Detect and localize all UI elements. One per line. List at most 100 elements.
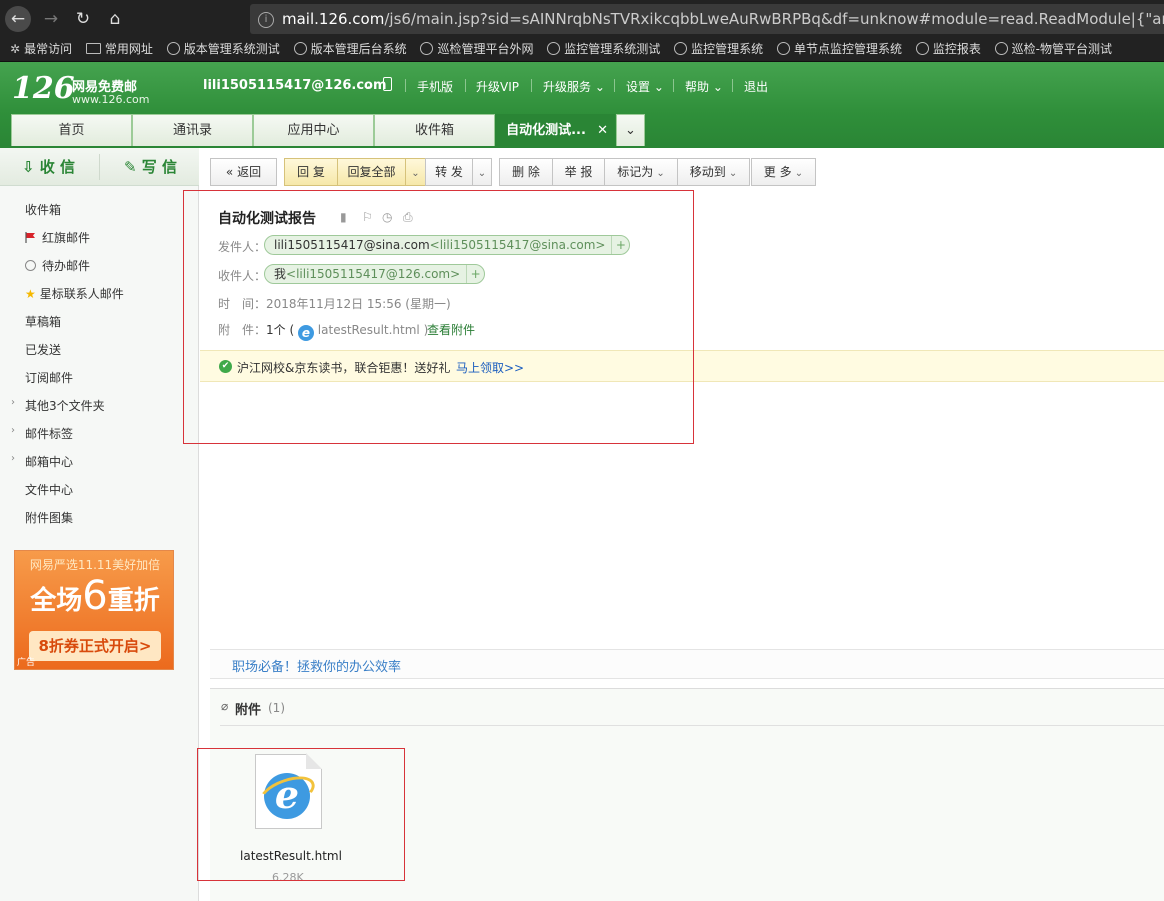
folder-icon — [85, 43, 101, 54]
sidebar-item-mail-center[interactable]: › 邮箱中心 — [11, 453, 73, 470]
promo-button[interactable]: 8折券正式开启> — [29, 631, 161, 661]
bookmark-link[interactable]: 巡检管理平台外网 — [420, 38, 533, 61]
star-icon: ★ — [25, 287, 36, 301]
nav-mobile[interactable]: 手机版 — [417, 78, 453, 95]
bookmark-link[interactable]: 单节点监控管理系统 — [776, 38, 902, 61]
mark-as-button[interactable]: 标记为 ⌄ — [604, 158, 678, 186]
clock-icon — [25, 260, 36, 271]
globe-icon — [420, 42, 434, 55]
info-icon[interactable]: i — [258, 11, 274, 28]
chevron-down-icon: ⌄ — [625, 123, 636, 138]
logo-site: www.126.com — [72, 93, 150, 106]
logo[interactable]: 126 — [12, 72, 75, 106]
tab-apps[interactable]: 应用中心 — [253, 114, 374, 146]
attachment-count: (1) — [268, 701, 285, 715]
paperclip-icon: ⌀ — [221, 699, 229, 713]
sidebar-item-attachment-gallery[interactable]: 附件图集 — [25, 509, 73, 526]
nav-upgrade-service[interactable]: 升级服务 ⌄ — [543, 78, 605, 95]
close-icon[interactable]: ✕ — [597, 115, 608, 147]
globe-icon — [994, 42, 1008, 55]
delete-button[interactable]: 删 除 — [499, 158, 553, 186]
nav-help[interactable]: 帮助 ⌄ — [685, 78, 723, 95]
sidebar-item-file-center[interactable]: 文件中心 — [25, 481, 73, 498]
divider — [614, 79, 615, 92]
sidebar-item-tags[interactable]: › 邮件标签 — [11, 425, 73, 442]
divider — [99, 154, 100, 180]
chevron-right-icon: › — [11, 453, 15, 464]
divider — [531, 79, 532, 92]
move-to-button[interactable]: 移动到 ⌄ — [677, 158, 750, 186]
reply-more-dropdown[interactable]: ⌄ — [405, 158, 426, 186]
tab-inbox[interactable]: 收件箱 — [374, 114, 495, 146]
user-account[interactable]: lili1505115417@126.com — [203, 78, 387, 93]
sidebar-item-starred-contacts[interactable]: ★ 星标联系人邮件 — [25, 285, 124, 302]
bookmark-link[interactable]: 监控报表 — [915, 38, 981, 61]
phone-icon[interactable] — [383, 77, 392, 91]
chevron-right-icon: › — [11, 425, 15, 436]
divider — [220, 725, 1164, 726]
promo-headline: 全场6重折 — [30, 573, 160, 619]
sidebar-item-drafts[interactable]: 草稿箱 — [25, 313, 61, 330]
url-path: /js6/main.jsp?sid=sAINNrqbNsTVRxikcqbbLw… — [384, 10, 1164, 28]
sidebar-item-other-folders[interactable]: › 其他3个文件夹 — [11, 397, 105, 414]
forward-dropdown[interactable]: ⌄ — [472, 158, 492, 186]
sidebar-item-sent[interactable]: 已发送 — [25, 341, 61, 358]
receive-button[interactable]: ⇩ 收 信 — [22, 148, 75, 186]
reply-button[interactable]: 回 复 — [284, 158, 338, 186]
sidebar-item-todo[interactable]: 待办邮件 — [25, 257, 90, 274]
chevron-down-icon: ⌄ — [591, 80, 605, 94]
tab-current-mail[interactable]: 自动化测试... ✕ — [495, 114, 615, 146]
bookmark-link[interactable]: 版本管理系统测试 — [166, 38, 280, 61]
report-button[interactable]: 举 报 — [552, 158, 605, 186]
tab-bar: 首页 通讯录 应用中心 收件箱 自动化测试... ✕ ⌄ — [0, 114, 1164, 148]
globe-icon — [915, 42, 929, 55]
tab-more[interactable]: ⌄ — [616, 114, 645, 146]
pen-icon: ✎ — [124, 158, 142, 176]
divider — [465, 79, 466, 92]
bookmark-link[interactable]: 监控管理系统测试 — [547, 38, 660, 61]
bookmark-link[interactable]: 版本管理后台系统 — [293, 38, 407, 61]
sidebar-item-inbox[interactable]: 收件箱 — [25, 201, 61, 218]
tip-link[interactable]: 职场必备！拯救你的办公效率 — [232, 656, 401, 675]
home-icon[interactable]: ⌂ — [102, 6, 128, 32]
reply-all-button[interactable]: 回复全部 — [337, 158, 406, 186]
download-icon: ⇩ — [22, 158, 40, 176]
reload-icon[interactable]: ↻ — [70, 6, 96, 32]
nav-settings[interactable]: 设置 ⌄ — [626, 78, 664, 95]
chevron-down-icon: ⌄ — [709, 80, 723, 94]
chevron-right-icon: › — [11, 397, 15, 408]
forward-icon[interactable]: → — [38, 6, 64, 32]
globe-icon — [166, 42, 180, 55]
back-icon[interactable]: ← — [5, 6, 31, 32]
chevron-down-icon: ⌄ — [791, 168, 804, 179]
sidebar-item-subscriptions[interactable]: 订阅邮件 — [25, 369, 73, 386]
bookmark-common-sites[interactable]: 常用网址 — [85, 38, 153, 61]
chevron-down-icon: ⌄ — [653, 168, 665, 179]
attachment-panel-title: 附件 — [235, 703, 262, 718]
sidebar-item-flagged[interactable]: 红旗邮件 — [25, 229, 90, 246]
forward-button[interactable]: 转 发 — [425, 158, 473, 186]
divider — [405, 79, 406, 92]
bookmark-link[interactable]: 监控管理系统 — [674, 38, 763, 61]
compose-button[interactable]: ✎ 写 信 — [124, 148, 177, 186]
promo-top-text: 网易严选11.11美好加倍 — [29, 558, 161, 572]
red-flag-icon — [25, 232, 35, 243]
chevron-down-icon: ⌄ — [411, 168, 420, 179]
chevron-down-icon[interactable]: ⌄ — [362, 78, 372, 92]
highlight-box — [183, 190, 694, 444]
back-button[interactable]: « 返回 — [210, 158, 277, 186]
divider — [732, 79, 733, 92]
address-bar[interactable]: i mail.126.com/js6/main.jsp?sid=sAINNrqbN… — [250, 4, 1164, 34]
tab-contacts[interactable]: 通讯录 — [132, 114, 253, 146]
nav-upgrade-vip[interactable]: 升级VIP — [476, 78, 519, 95]
nav-logout[interactable]: 退出 — [744, 78, 768, 95]
globe-icon — [776, 42, 790, 55]
promo-banner[interactable]: 网易严选11.11美好加倍 全场6重折 8折券正式开启> 广告 — [14, 550, 174, 670]
bookmark-most-visited[interactable]: ✲ 最常访问 — [10, 38, 72, 61]
bookmark-link[interactable]: 巡检-物管平台测试 — [994, 38, 1112, 61]
tab-home[interactable]: 首页 — [11, 114, 132, 146]
chevron-down-icon: ⌄ — [650, 80, 664, 94]
gear-icon: ✲ — [10, 42, 21, 56]
ad-label: 广告 — [17, 658, 36, 668]
more-button[interactable]: 更 多 ⌄ — [751, 158, 816, 186]
